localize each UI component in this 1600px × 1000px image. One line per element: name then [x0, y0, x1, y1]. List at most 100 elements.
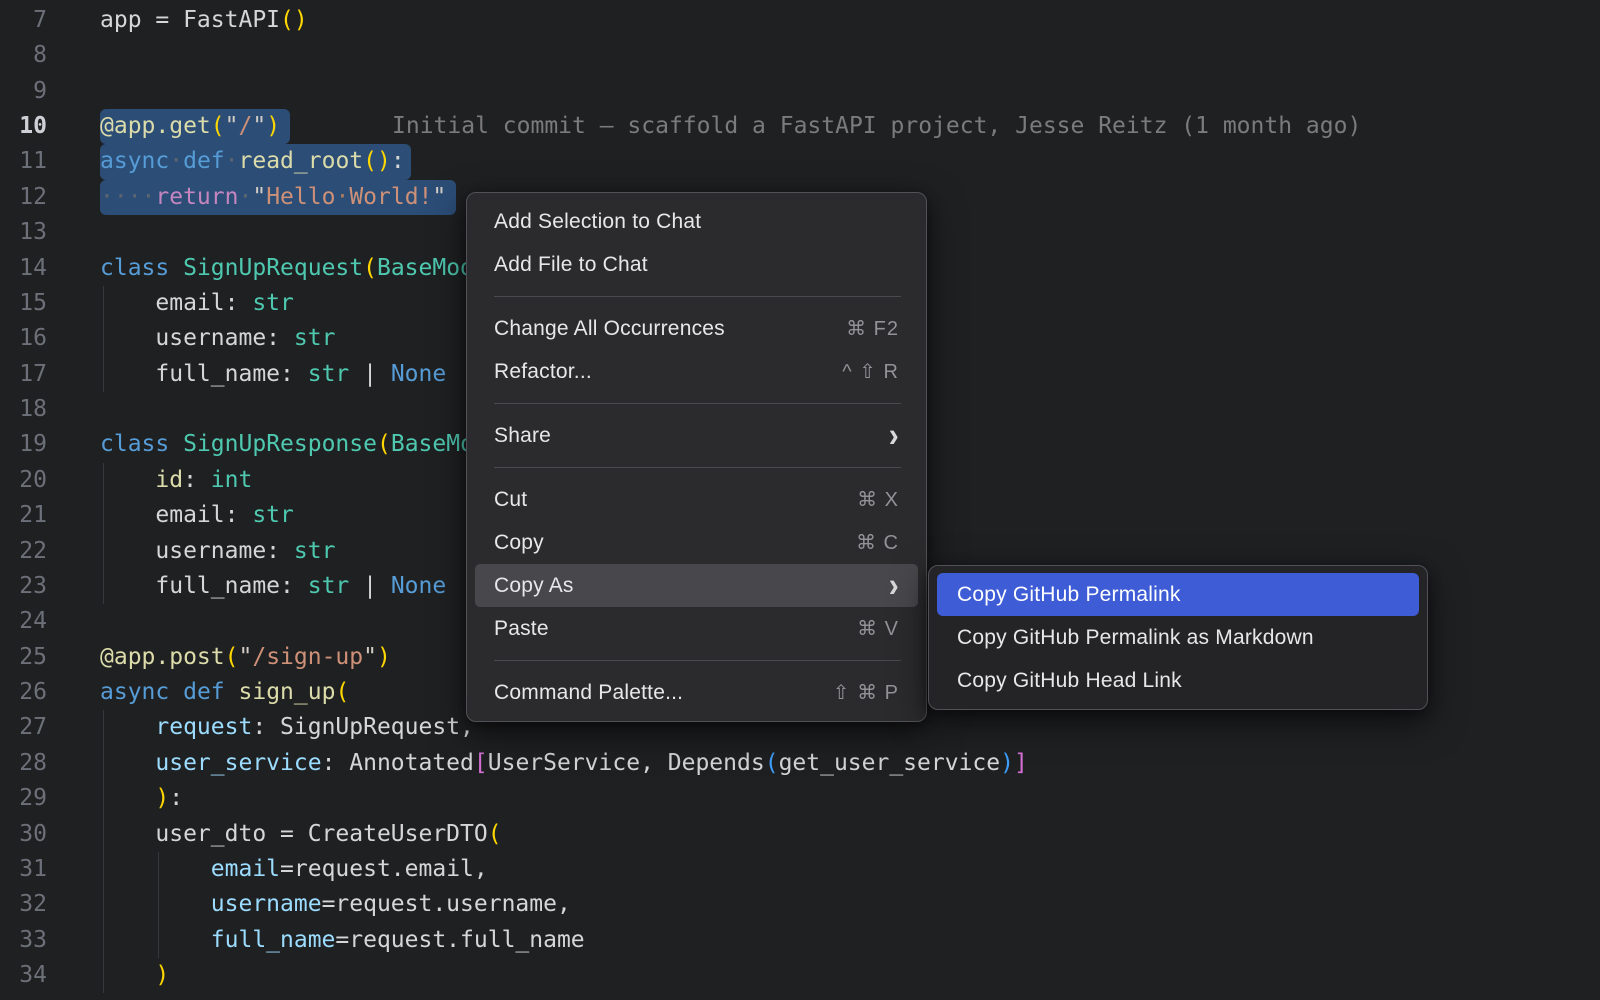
code-line[interactable]: @app.get("/") [100, 109, 280, 145]
code-line[interactable]: @app.post("/sign-up") [100, 640, 391, 676]
line-number[interactable]: 34 [0, 958, 47, 994]
line-number[interactable]: 22 [0, 534, 47, 570]
line-number[interactable]: 9 [0, 74, 47, 110]
line-number[interactable]: 18 [0, 392, 47, 428]
token: ···· [100, 184, 155, 210]
line-number[interactable]: 33 [0, 923, 47, 959]
code-line[interactable]: username: str [100, 534, 335, 570]
token: ) [377, 644, 391, 670]
token: =request.full_name [335, 927, 584, 953]
code-line[interactable]: class SignUpRequest(BaseModel): [100, 251, 529, 287]
token: · [225, 148, 239, 174]
menu-item-copy-as[interactable]: Copy As› [475, 564, 918, 607]
line-number[interactable]: 23 [0, 569, 47, 605]
menu-item-change-all-occurrences[interactable]: Change All Occurrences⌘ F2 [475, 307, 918, 350]
submenu-item-copy-github-permalink[interactable]: Copy GitHub Permalink [937, 573, 1419, 616]
menu-item-copy[interactable]: Copy⌘ C [475, 521, 918, 564]
code-line[interactable]: username=request.username, [100, 887, 571, 923]
token: str [252, 502, 294, 528]
line-number[interactable]: 8 [0, 38, 47, 74]
line-number[interactable]: 15 [0, 286, 47, 322]
code-line[interactable]: ····return·"Hello·World!" [100, 180, 446, 216]
line-number[interactable]: 24 [0, 604, 47, 640]
token: user_dto = CreateUserDTO [100, 821, 488, 847]
menu-item-paste[interactable]: Paste⌘ V [475, 607, 918, 650]
token: UserService, Depends [488, 750, 765, 776]
shortcut-label: ⌘ X [857, 487, 899, 512]
menu-item-label: Share [494, 424, 551, 448]
token: ( [488, 821, 502, 847]
code-line[interactable]: async·def·read_root(): [100, 144, 405, 180]
line-number[interactable]: 27 [0, 710, 47, 746]
token [100, 927, 211, 953]
token: def [183, 148, 225, 174]
submenu-item-copy-github-head-link[interactable]: Copy GitHub Head Link [937, 659, 1419, 702]
token: async [100, 679, 169, 705]
menu-item-label: Change All Occurrences [494, 317, 725, 341]
line-number[interactable]: 31 [0, 852, 47, 888]
line-number[interactable]: 30 [0, 817, 47, 853]
line-number[interactable]: 26 [0, 675, 47, 711]
code-line[interactable]: email: str [100, 498, 294, 534]
token: full_name: [100, 361, 308, 387]
line-number[interactable]: 13 [0, 215, 47, 251]
line-number[interactable]: 14 [0, 251, 47, 287]
menu-item-share[interactable]: Share› [475, 414, 918, 457]
token: : [391, 148, 405, 174]
code-line[interactable]: async def sign_up( [100, 675, 349, 711]
token [100, 714, 155, 740]
code-line[interactable]: username: str [100, 321, 335, 357]
token: int [211, 467, 253, 493]
token: · [169, 148, 183, 174]
token: None [391, 573, 446, 599]
line-number[interactable]: 7 [0, 3, 47, 39]
line-number[interactable]: 29 [0, 781, 47, 817]
code-line[interactable]: request: SignUpRequest, [100, 710, 474, 746]
menu-item-add-selection-to-chat[interactable]: Add Selection to Chat [475, 200, 918, 243]
code-line[interactable]: full_name=request.full_name [100, 923, 585, 959]
token: " [238, 644, 252, 670]
token: ) [266, 113, 280, 139]
code-line[interactable]: email=request.email, [100, 852, 488, 888]
line-number[interactable]: 28 [0, 746, 47, 782]
menu-item-label: Copy GitHub Permalink as Markdown [957, 626, 1314, 650]
line-number[interactable]: 12 [0, 180, 47, 216]
token [225, 679, 239, 705]
menu-item-command-palette[interactable]: Command Palette...⇧ ⌘ P [475, 671, 918, 714]
menu-separator [494, 660, 901, 661]
line-number[interactable]: 16 [0, 321, 47, 357]
code-line[interactable]: ) [100, 958, 169, 994]
menu-item-add-file-to-chat[interactable]: Add File to Chat [475, 243, 918, 286]
menu-item-label: Copy As [494, 574, 574, 598]
code-line[interactable]: email: str [100, 286, 294, 322]
line-number[interactable]: 11 [0, 144, 47, 180]
token: " [432, 184, 446, 210]
token [100, 785, 155, 811]
menu-item-refactor[interactable]: Refactor...^ ⇧ R [475, 350, 918, 393]
line-number[interactable]: 19 [0, 427, 47, 463]
token: ( [211, 113, 225, 139]
token: username: [100, 538, 294, 564]
code-line[interactable]: id: int [100, 463, 252, 499]
code-line[interactable]: full_name: str | None [100, 569, 446, 605]
line-number[interactable]: 32 [0, 887, 47, 923]
menu-item-label: Command Palette... [494, 681, 683, 705]
submenu-item-copy-github-permalink-as-markdown[interactable]: Copy GitHub Permalink as Markdown [937, 616, 1419, 659]
token: str [294, 325, 336, 351]
code-line[interactable]: ): [100, 781, 183, 817]
menu-item-cut[interactable]: Cut⌘ X [475, 478, 918, 521]
line-number[interactable]: 21 [0, 498, 47, 534]
line-number[interactable]: 17 [0, 357, 47, 393]
token: app = FastAPI [100, 7, 280, 33]
code-line[interactable]: full_name: str | None [100, 357, 446, 393]
line-number[interactable]: 10 [0, 109, 47, 145]
line-number[interactable]: 20 [0, 463, 47, 499]
token: async [100, 148, 169, 174]
code-line[interactable]: user_dto = CreateUserDTO( [100, 817, 502, 853]
token: " [252, 184, 266, 210]
code-line[interactable]: app = FastAPI() [100, 3, 308, 39]
line-number[interactable]: 25 [0, 640, 47, 676]
shortcut-label: ⌘ C [856, 530, 899, 555]
menu-separator [494, 467, 901, 468]
code-line[interactable]: user_service: Annotated[UserService, Dep… [100, 746, 1028, 782]
